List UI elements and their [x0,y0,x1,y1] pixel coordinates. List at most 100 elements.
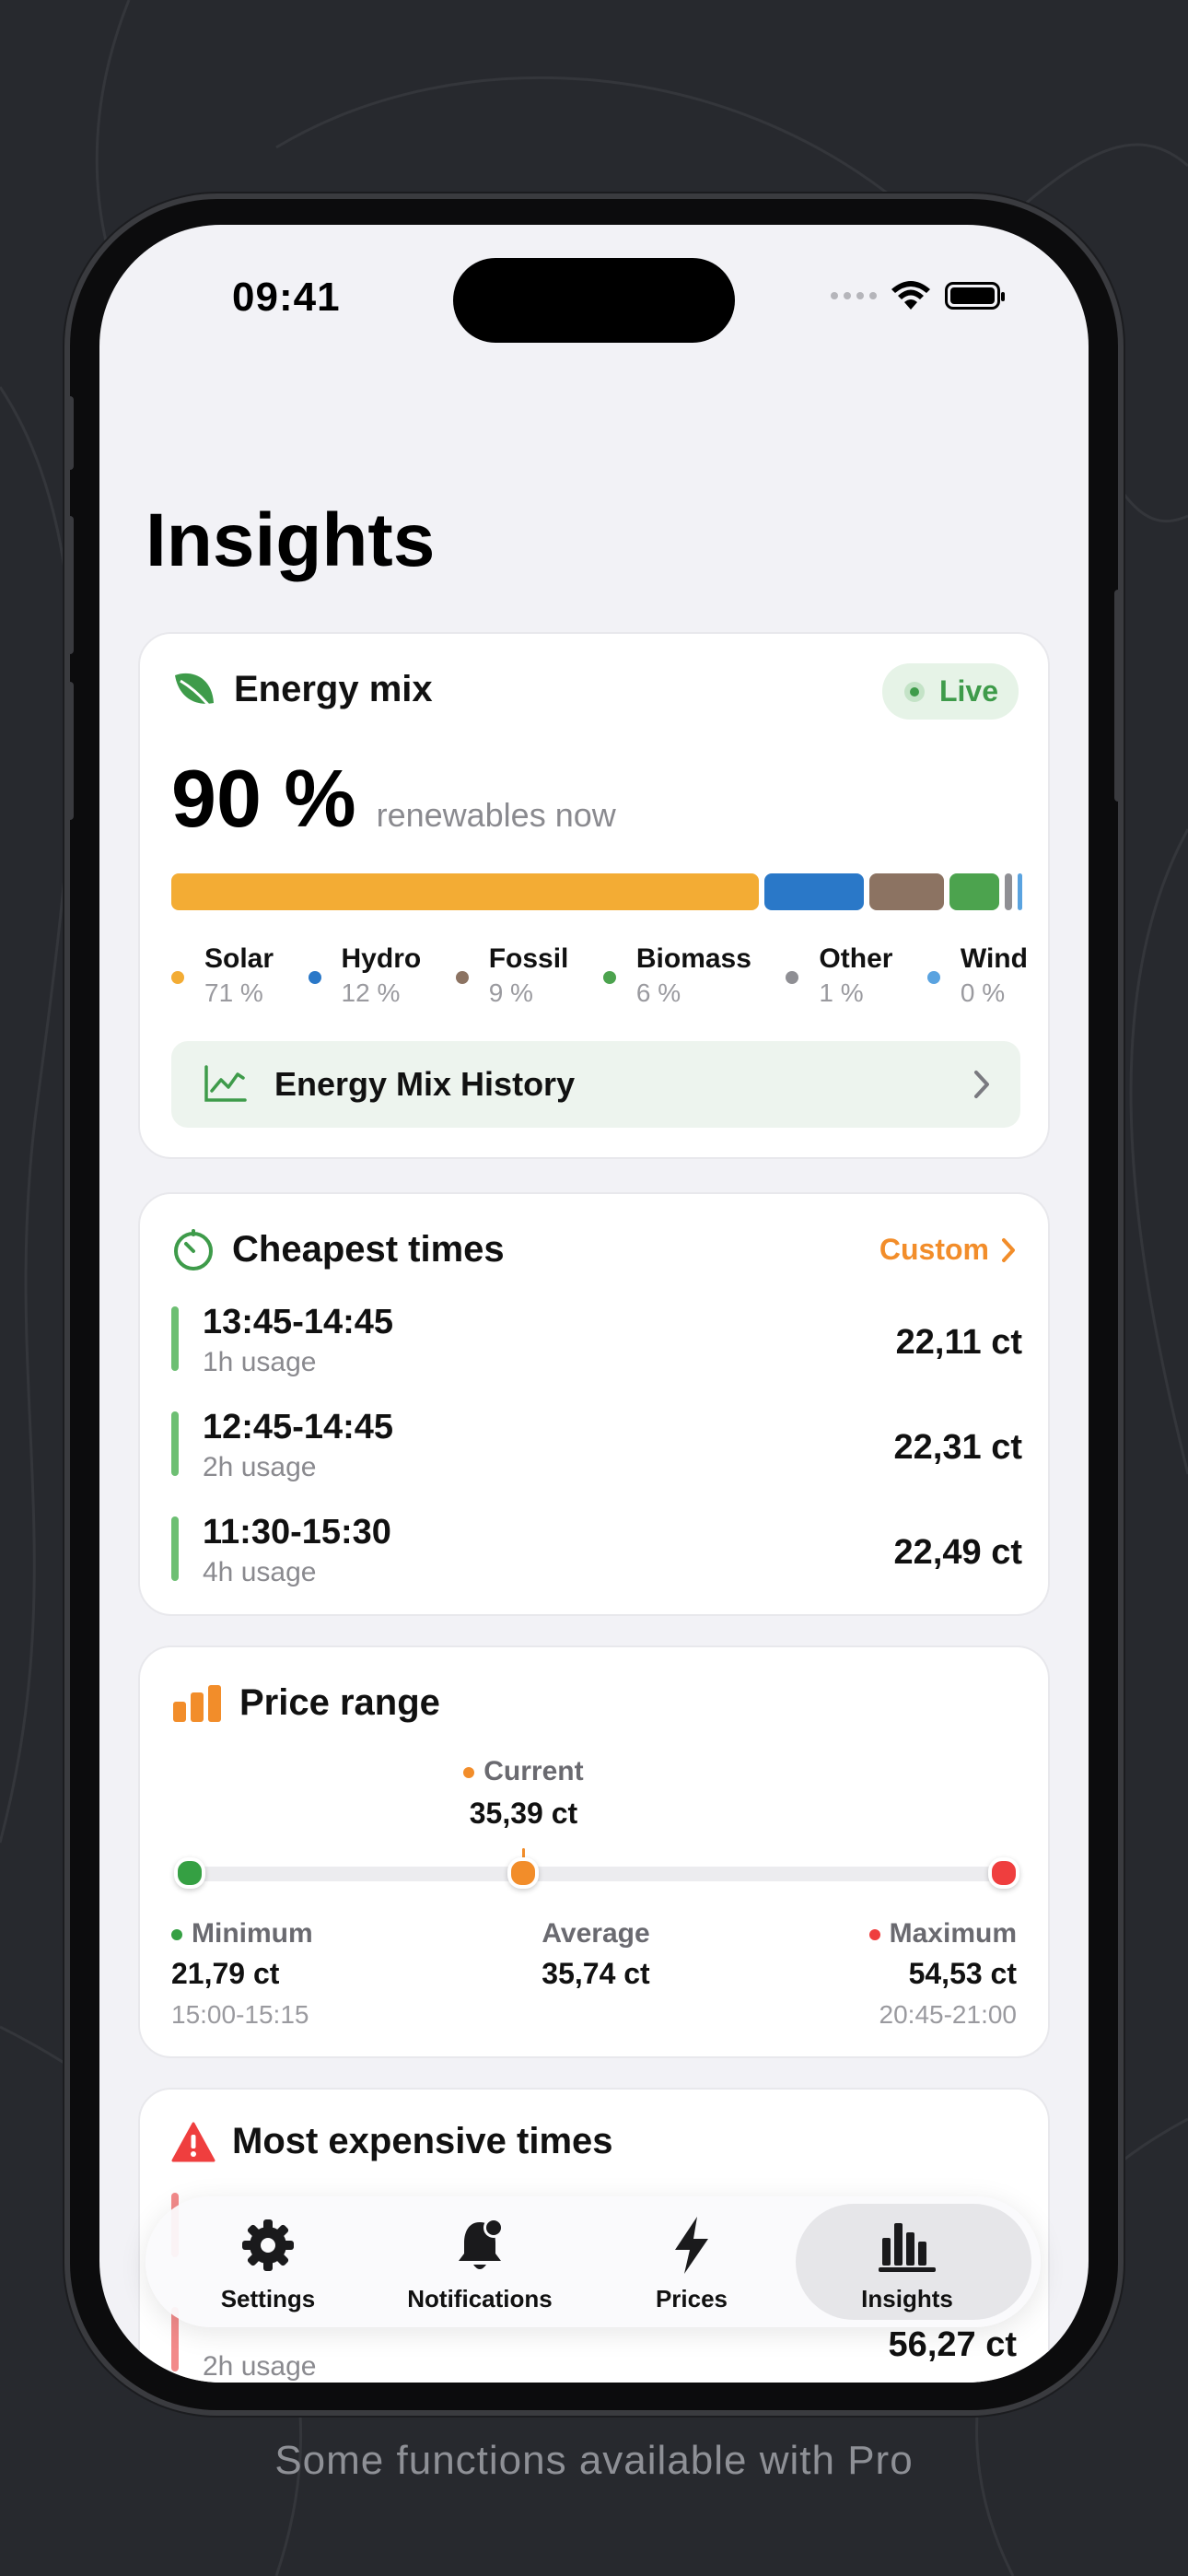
slot-time: 11:30-15:30 [203,1513,391,1551]
slot-price: 22,49 ct [893,1533,1022,1572]
gear-icon [242,2219,294,2271]
legend-dot [926,971,940,984]
legend-share: 6 % [635,978,681,1007]
current-marker [507,1857,540,1889]
tab-bar: Settings Notifications Prices Insights [146,2196,1041,2327]
cheapest-slot[interactable]: 12:45-14:45 2h usage 22,31 ct [171,1408,1022,1491]
expensive-slot-usage: 2h usage [203,2351,317,2382]
chevron-right-icon [974,1071,989,1098]
phone-side-button [66,516,74,654]
cheapest-times-title: Cheapest times [232,1228,505,1270]
minimum-marker [174,1857,205,1889]
legend-item-biomass: Biomass 6 % [602,943,751,1008]
slot-usage: 1h usage [203,1347,317,1377]
leaf-icon [175,673,214,706]
custom-label: Custom [879,1233,989,1266]
energy-mix-segment-fossil [868,873,944,910]
current-value: 35,39 ct [469,1797,578,1830]
maximum-value: 54,53 ct [908,1957,1017,1990]
price-range-track [190,1867,1004,1881]
tab-notifications[interactable]: Notifications [374,2196,586,2327]
legend-dot [602,971,616,984]
legend-item-solar: Solar 71 % [171,943,274,1008]
live-badge: Live [881,663,1019,720]
energy-mix-segment-solar [171,873,759,910]
legend-dot [171,971,184,984]
tab-settings-label: Settings [220,2285,316,2313]
cheapest-slot[interactable]: 11:30-15:30 4h usage 22,49 ct [171,1513,1022,1596]
legend-item-hydro: Hydro 12 % [308,943,421,1008]
minimum-time: 15:00-15:15 [171,2000,309,2029]
legend-dot [786,971,799,984]
current-label: Current [449,1756,597,1787]
page-title: Insights [146,498,436,582]
price-range-title: Price range [239,1682,440,1723]
energy-mix-card: Energy mix Live 90 % renewables now Sola… [138,632,1050,1159]
legend-share: 12 % [341,978,401,1007]
energy-mix-segment-hydro [763,873,864,910]
energy-mix-title: Energy mix [234,669,433,709]
phone-side-button [66,682,74,820]
tab-prices[interactable]: Prices [586,2196,798,2327]
legend-share: 1 % [819,978,864,1007]
average-stat: Average 35,74 ct [504,1918,688,1991]
legend-share: 9 % [488,978,533,1007]
legend-share: 0 % [960,978,1006,1007]
tab-notifications-label: Notifications [407,2285,553,2313]
legend-item-other: Other 1 % [786,943,892,1008]
slot-time: 12:45-14:45 [203,1408,394,1446]
energy-mix-segment-other [1004,873,1013,910]
energy-mix-history-button[interactable]: Energy Mix History [171,1041,1020,1128]
legend-dot [308,971,321,984]
timer-icon [174,1229,213,1270]
legend-dot [455,971,469,984]
chevron-right-icon [1002,1237,1015,1262]
energy-mix-segment-wind [1018,873,1022,910]
tab-settings[interactable]: Settings [162,2196,374,2327]
battery-icon [945,282,1005,310]
wifi-icon [891,281,930,310]
dynamic-island [453,258,735,343]
warning-icon [171,2122,215,2161]
phone-side-button [1114,590,1122,802]
maximum-label: Maximum [889,1918,1017,1949]
cheapest-times-card: Cheapest times Custom 13:45-14:45 1h usa… [138,1192,1050,1616]
average-label: Average [542,1918,650,1949]
custom-button[interactable]: Custom [879,1233,1017,1267]
current-price-label: Current 35,39 ct [449,1756,597,1831]
slot-price: 22,11 ct [895,1323,1022,1362]
slot-price: 22,31 ct [893,1428,1022,1467]
legend-name: Solar [204,943,274,974]
status-icons [831,280,1005,311]
maximum-marker [988,1857,1019,1889]
app-screen: 09:41 Insights Energy mix Live 90 % rene… [99,225,1089,2383]
expensive-slot-price: 56,27 ct [888,2325,1017,2364]
bar-chart-icon [173,1684,221,1722]
minimum-value: 21,79 ct [171,1957,280,1990]
legend-name: Wind [960,943,1028,974]
energy-mix-bar [171,873,1022,910]
maximum-stat: Maximum 54,53 ct 20:45-21:00 [868,1918,1017,2030]
price-range-card: Price range Current 35,39 ct Minimum 21,… [138,1645,1050,2058]
renewables-percentage: 90 % [171,753,356,844]
tab-insights-label: Insights [861,2285,953,2313]
slot-indicator [171,1411,179,1476]
slot-usage: 4h usage [203,1557,317,1587]
line-chart-icon [204,1065,247,1102]
maximum-time: 20:45-21:00 [879,2000,1017,2029]
tab-insights[interactable]: Insights [796,2196,1031,2327]
legend-item-wind: Wind 0 % [926,943,1028,1008]
energy-mix-segment-biomass [949,873,999,910]
tab-prices-label: Prices [655,2285,728,2313]
signal-icon [831,292,877,299]
minimum-stat: Minimum 21,79 ct 15:00-15:15 [171,1918,313,2030]
legend-name: Biomass [635,943,751,974]
pro-footnote: Some functions available with Pro [274,2438,914,2483]
cheapest-slot[interactable]: 13:45-14:45 1h usage 22,11 ct [171,1303,1022,1386]
minimum-label: Minimum [192,1918,313,1949]
slot-indicator [171,1306,179,1371]
energy-mix-history-label: Energy Mix History [274,1065,576,1103]
bolt-icon [675,2217,708,2274]
bell-badge-icon [459,2218,504,2269]
most-expensive-times-title: Most expensive times [232,2121,613,2161]
